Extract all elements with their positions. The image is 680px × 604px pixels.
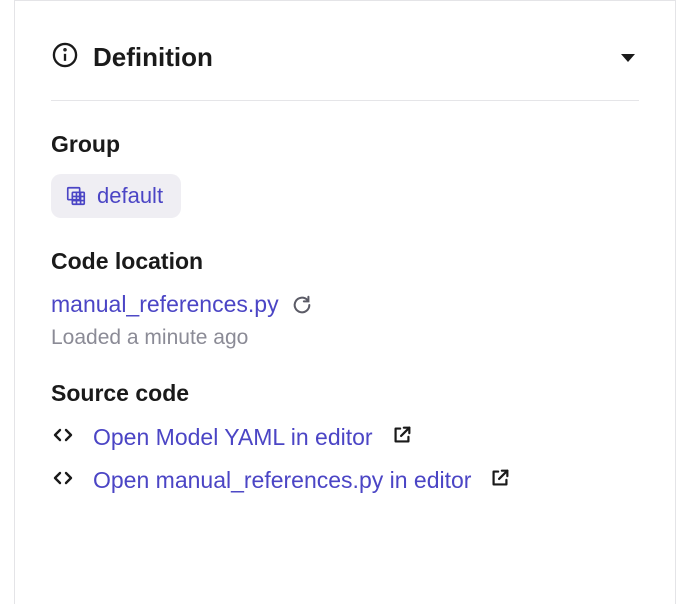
source-code-link-row[interactable]: Open manual_references.py in editor bbox=[51, 466, 639, 495]
group-chip-label: default bbox=[97, 183, 163, 209]
source-code-link-row[interactable]: Open Model YAML in editor bbox=[51, 423, 639, 452]
code-location-file-link[interactable]: manual_references.py bbox=[51, 291, 279, 318]
panel-header[interactable]: Definition bbox=[51, 41, 639, 101]
code-icon bbox=[51, 423, 75, 452]
group-chip[interactable]: default bbox=[51, 174, 181, 218]
code-location-row: manual_references.py bbox=[51, 291, 639, 318]
definition-panel: Definition Group default Code location m… bbox=[14, 0, 676, 604]
code-icon bbox=[51, 466, 75, 495]
info-icon bbox=[51, 41, 79, 74]
reload-button[interactable] bbox=[291, 294, 313, 316]
source-code-link-text: Open manual_references.py in editor bbox=[93, 467, 471, 494]
section-group: Group default bbox=[51, 131, 639, 218]
chevron-down-icon[interactable] bbox=[621, 54, 635, 62]
group-icon bbox=[65, 185, 87, 207]
section-code-location: Code location manual_references.py Loade… bbox=[51, 248, 639, 350]
section-label-group: Group bbox=[51, 131, 639, 158]
section-label-source-code: Source code bbox=[51, 380, 639, 407]
source-code-link-text: Open Model YAML in editor bbox=[93, 424, 373, 451]
section-source-code: Source code Open Model YAML in editor bbox=[51, 380, 639, 495]
external-link-icon bbox=[489, 467, 511, 494]
section-label-code-location: Code location bbox=[51, 248, 639, 275]
panel-title: Definition bbox=[93, 42, 607, 73]
external-link-icon bbox=[391, 424, 413, 451]
loaded-status: Loaded a minute ago bbox=[51, 326, 639, 350]
